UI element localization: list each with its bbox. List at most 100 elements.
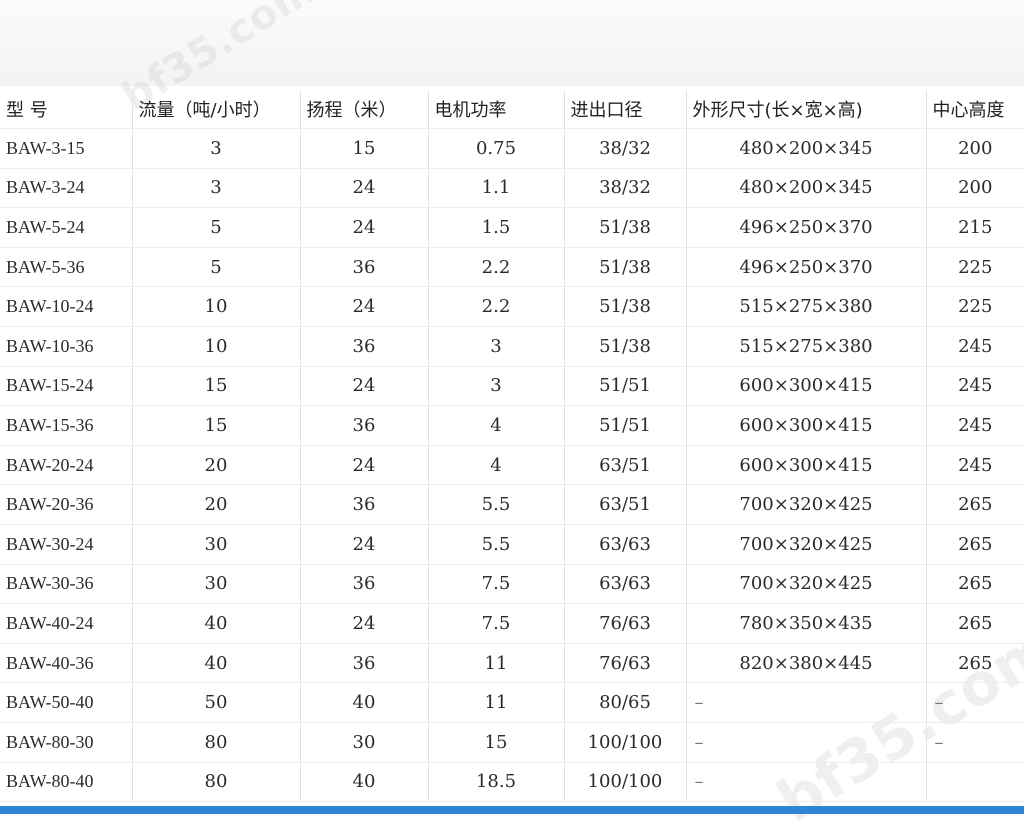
cell-head: 24: [300, 366, 429, 407]
cell-port-diameter: 51/38: [564, 286, 687, 327]
cell-head: 36: [300, 326, 429, 367]
cell-model: BAW-40-36: [0, 643, 133, 684]
cell-model: BAW-15-24: [0, 366, 133, 407]
cell-model: BAW-3-24: [0, 168, 133, 209]
cell-dimensions: 820×380×445: [686, 643, 927, 684]
cell-dimensions: 480×200×345: [686, 168, 927, 209]
header-port-diameter: 进出口径: [564, 90, 687, 129]
cell-dimensions: 480×200×345: [686, 128, 927, 169]
table-row: BAW-30-24 30 24 5.5 63/63 700×320×425 265: [0, 524, 1024, 565]
table-row: BAW-3-24 3 24 1.1 38/32 480×200×345 200: [0, 168, 1024, 209]
cell-center-height: 225: [926, 286, 1024, 327]
cell-center-height: 245: [926, 405, 1024, 446]
cell-port-diameter: 51/38: [564, 326, 687, 367]
cell-flow: 5: [132, 247, 301, 288]
cell-center-height: 215: [926, 207, 1024, 248]
cell-port-diameter: 100/100: [564, 762, 687, 803]
cell-dimensions: –: [686, 762, 927, 803]
cell-motor-power: 3: [428, 366, 565, 407]
cell-flow: 15: [132, 366, 301, 407]
cell-model: BAW-80-40: [0, 762, 133, 803]
cell-port-diameter: 51/51: [564, 405, 687, 446]
cell-motor-power: 5.5: [428, 484, 565, 525]
cell-motor-power: 5.5: [428, 524, 565, 565]
table-row: BAW-5-36 5 36 2.2 51/38 496×250×370 225: [0, 247, 1024, 288]
cell-port-diameter: 38/32: [564, 168, 687, 209]
cell-motor-power: 2.2: [428, 247, 565, 288]
cell-head: 36: [300, 564, 429, 605]
cell-flow: 40: [132, 603, 301, 644]
cell-dimensions: 496×250×370: [686, 207, 927, 248]
cell-flow: 80: [132, 762, 301, 803]
cell-center-height: 265: [926, 643, 1024, 684]
cell-center-height: 200: [926, 168, 1024, 209]
cell-port-diameter: 80/65: [564, 682, 687, 723]
cell-dimensions: 600×300×415: [686, 445, 927, 486]
cell-motor-power: 7.5: [428, 603, 565, 644]
cell-flow: 80: [132, 722, 301, 763]
cell-flow: 10: [132, 286, 301, 327]
cell-dimensions: 515×275×380: [686, 326, 927, 367]
cell-head: 30: [300, 722, 429, 763]
cell-port-diameter: 63/51: [564, 484, 687, 525]
cell-port-diameter: 76/63: [564, 603, 687, 644]
cell-flow: 20: [132, 484, 301, 525]
cell-center-height: –: [926, 722, 1024, 763]
cell-center-height: 245: [926, 366, 1024, 407]
cell-motor-power: 11: [428, 682, 565, 723]
table-row: BAW-80-40 80 40 18.5 100/100–: [0, 762, 1024, 803]
cell-flow: 20: [132, 445, 301, 486]
cell-head: 36: [300, 484, 429, 525]
cell-dimensions: 780×350×435: [686, 603, 927, 644]
cell-dimensions: 496×250×370: [686, 247, 927, 288]
cell-flow: 30: [132, 564, 301, 605]
cell-head: 36: [300, 247, 429, 288]
cell-center-height: 200: [926, 128, 1024, 169]
cell-motor-power: 2.2: [428, 286, 565, 327]
cell-head: 40: [300, 762, 429, 803]
cell-flow: 3: [132, 168, 301, 209]
spec-table: 型 号 流量（吨/小时） 扬程（米） 电机功率 进出口径 外形尺寸(长×宽×高)…: [0, 90, 1024, 803]
cell-motor-power: 1.5: [428, 207, 565, 248]
table-row: BAW-10-36 10 36 3 51/38 515×275×380 245: [0, 326, 1024, 367]
cell-model: BAW-20-36: [0, 484, 133, 525]
cell-head: 24: [300, 286, 429, 327]
cell-dimensions: 700×320×425: [686, 484, 927, 525]
table-row: BAW-80-30 80 30 15 100/100– –: [0, 722, 1024, 763]
table-row: BAW-40-24 40 24 7.5 76/63 780×350×435 265: [0, 603, 1024, 644]
cell-port-diameter: 51/38: [564, 247, 687, 288]
cell-motor-power: 18.5: [428, 762, 565, 803]
cell-port-diameter: 63/63: [564, 564, 687, 605]
cell-dimensions: –: [686, 722, 927, 763]
cell-flow: 10: [132, 326, 301, 367]
cell-model: BAW-30-24: [0, 524, 133, 565]
cell-center-height: [926, 762, 1024, 803]
cell-center-height: 245: [926, 326, 1024, 367]
cell-model: BAW-40-24: [0, 603, 133, 644]
cell-motor-power: 0.75: [428, 128, 565, 169]
cell-port-diameter: 38/32: [564, 128, 687, 169]
header-motor-power: 电机功率: [428, 90, 565, 129]
table-row: BAW-15-24 15 24 3 51/51 600×300×415 245: [0, 366, 1024, 407]
cell-center-height: 225: [926, 247, 1024, 288]
cell-head: 40: [300, 682, 429, 723]
cell-model: BAW-10-36: [0, 326, 133, 367]
cell-dimensions: 515×275×380: [686, 286, 927, 327]
header-flow: 流量（吨/小时）: [132, 90, 301, 129]
cell-port-diameter: 76/63: [564, 643, 687, 684]
cell-flow: 5: [132, 207, 301, 248]
table-row: BAW-20-36 20 36 5.5 63/51 700×320×425 265: [0, 484, 1024, 525]
cell-head: 24: [300, 603, 429, 644]
cell-motor-power: 4: [428, 405, 565, 446]
table-row: BAW-5-24 5 24 1.5 51/38 496×250×370 215: [0, 207, 1024, 248]
cell-head: 24: [300, 168, 429, 209]
top-band: [0, 0, 1024, 86]
cell-flow: 15: [132, 405, 301, 446]
cell-port-diameter: 63/63: [564, 524, 687, 565]
cell-port-diameter: 100/100: [564, 722, 687, 763]
header-row: 型 号 流量（吨/小时） 扬程（米） 电机功率 进出口径 外形尺寸(长×宽×高)…: [0, 90, 1024, 129]
cell-port-diameter: 51/51: [564, 366, 687, 407]
cell-port-diameter: 51/38: [564, 207, 687, 248]
cell-motor-power: 4: [428, 445, 565, 486]
table-row: BAW-50-40 50 40 11 80/65– –: [0, 682, 1024, 723]
